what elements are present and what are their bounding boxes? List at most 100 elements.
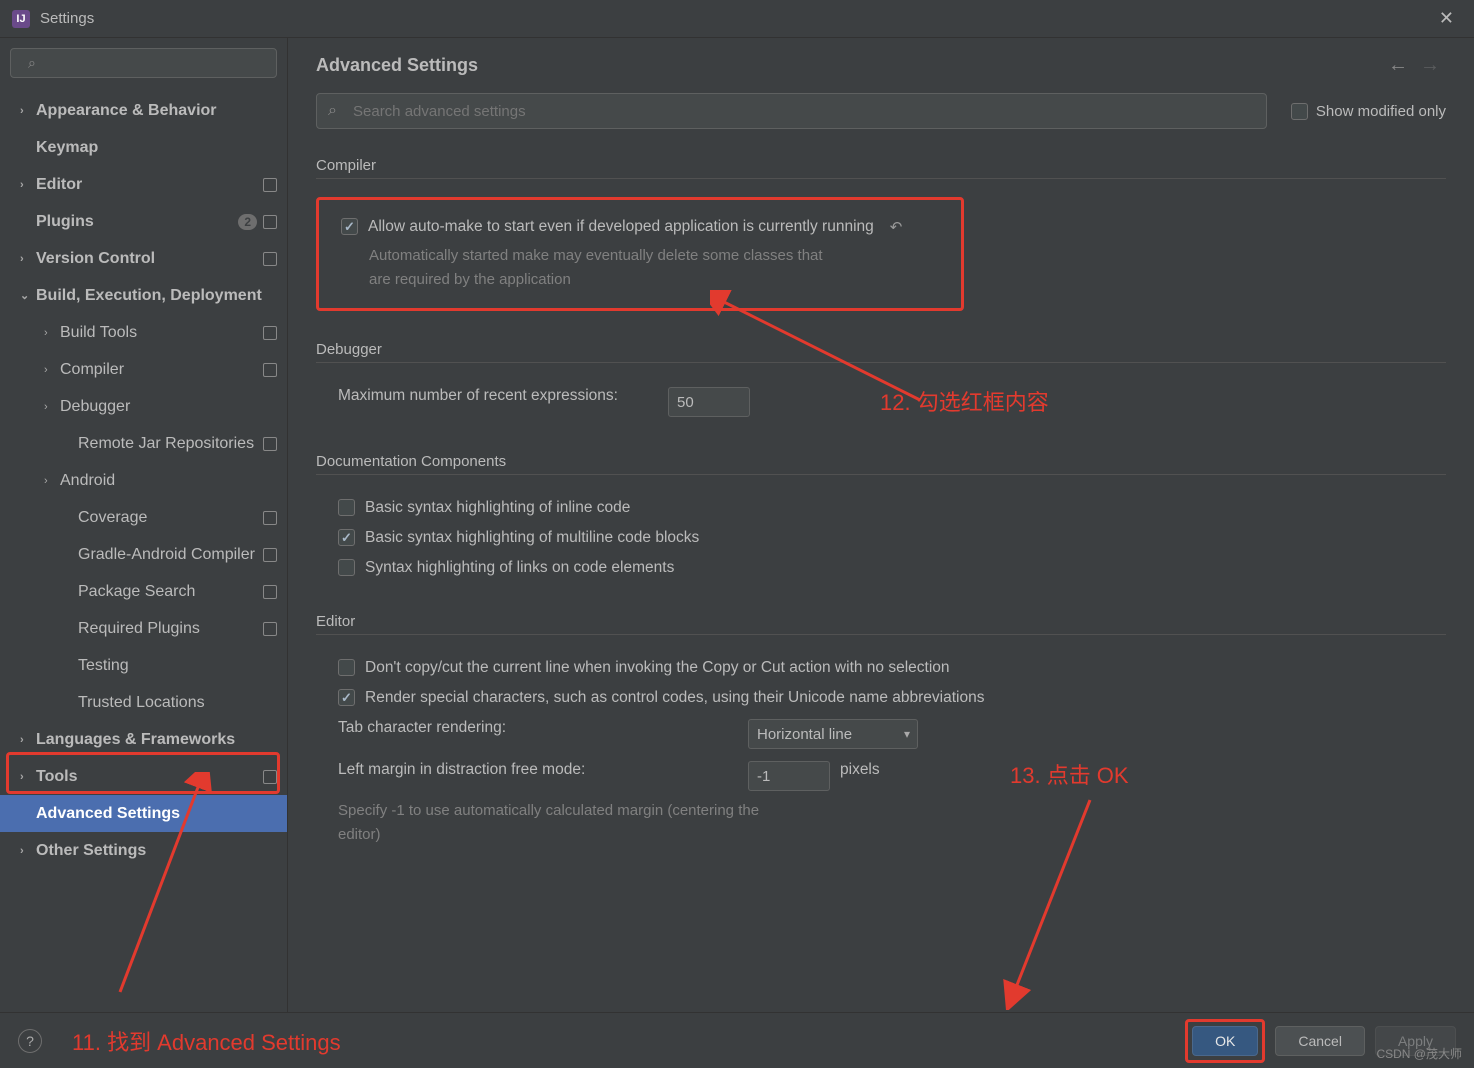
left-margin-row: Left margin in distraction free mode: pi… xyxy=(316,755,1446,797)
multiline-hl-label: Basic syntax highlighting of multiline c… xyxy=(365,529,699,547)
section-editor: Editor xyxy=(316,613,1446,635)
sidebar-item-label: Tools xyxy=(36,768,77,786)
pixels-label: pixels xyxy=(840,761,880,779)
sidebar-item-debugger[interactable]: ›Debugger xyxy=(0,388,287,425)
left-margin-label: Left margin in distraction free mode: xyxy=(338,761,738,779)
sidebar-item-label: Gradle-Android Compiler xyxy=(78,546,255,564)
show-modified-checkbox[interactable] xyxy=(1291,103,1308,120)
sidebar-item-testing[interactable]: Testing xyxy=(0,647,287,684)
sidebar-item-label: Package Search xyxy=(78,583,195,601)
left-margin-input[interactable] xyxy=(748,761,830,791)
sidebar-item-plugins[interactable]: Plugins2 xyxy=(0,203,287,240)
project-scope-icon xyxy=(263,622,277,636)
multiline-hl-row[interactable]: Basic syntax highlighting of multiline c… xyxy=(316,523,1446,553)
plugins-badge: 2 xyxy=(238,214,257,230)
chevron-icon: › xyxy=(20,253,36,265)
chevron-icon: › xyxy=(20,845,36,857)
chevron-icon: › xyxy=(44,475,60,487)
chevron-icon: › xyxy=(44,401,60,413)
advanced-search-wrap: ⌕ xyxy=(316,93,1267,129)
chevron-icon: › xyxy=(44,327,60,339)
advanced-search-input[interactable] xyxy=(316,93,1267,129)
sidebar-item-keymap[interactable]: Keymap xyxy=(0,129,287,166)
tab-render-select[interactable]: Horizontal line xyxy=(748,719,918,749)
content-header: Advanced Settings ← → xyxy=(288,38,1474,85)
chevron-icon: › xyxy=(20,179,36,191)
inline-hl-label: Basic syntax highlighting of inline code xyxy=(365,499,630,517)
sidebar-item-version-control[interactable]: ›Version Control xyxy=(0,240,287,277)
sidebar: ⌕ ›Appearance & BehaviorKeymap›EditorPlu… xyxy=(0,38,288,1012)
copy-cut-row[interactable]: Don't copy/cut the current line when inv… xyxy=(316,653,1446,683)
sidebar-item-label: Coverage xyxy=(78,509,147,527)
nav-back-icon[interactable]: ← xyxy=(1382,54,1414,77)
reset-icon[interactable]: ↶ xyxy=(890,218,903,236)
project-scope-icon xyxy=(263,215,277,229)
tab-render-label: Tab character rendering: xyxy=(338,719,738,737)
auto-make-checkbox[interactable] xyxy=(341,218,358,235)
inline-hl-row[interactable]: Basic syntax highlighting of inline code xyxy=(316,493,1446,523)
sidebar-item-label: Testing xyxy=(78,657,129,675)
multiline-hl-checkbox[interactable] xyxy=(338,529,355,546)
max-expr-input[interactable] xyxy=(668,387,750,417)
sidebar-item-required-plugins[interactable]: Required Plugins xyxy=(0,610,287,647)
sidebar-item-build-tools[interactable]: ›Build Tools xyxy=(0,314,287,351)
sidebar-item-tools[interactable]: ›Tools xyxy=(0,758,287,795)
sidebar-item-languages-frameworks[interactable]: ›Languages & Frameworks xyxy=(0,721,287,758)
settings-tree: ›Appearance & BehaviorKeymap›EditorPlugi… xyxy=(0,88,287,1012)
sidebar-item-label: Keymap xyxy=(36,139,98,157)
sidebar-item-label: Advanced Settings xyxy=(36,805,180,823)
ok-redbox: OK xyxy=(1185,1019,1265,1063)
sidebar-item-compiler[interactable]: ›Compiler xyxy=(0,351,287,388)
sidebar-item-label: Trusted Locations xyxy=(78,694,205,712)
copy-cut-label: Don't copy/cut the current line when inv… xyxy=(365,659,950,677)
project-scope-icon xyxy=(263,363,277,377)
project-scope-icon xyxy=(263,511,277,525)
sidebar-item-android[interactable]: ›Android xyxy=(0,462,287,499)
help-button[interactable]: ? xyxy=(18,1029,42,1053)
sidebar-item-label: Build Tools xyxy=(60,324,137,342)
sidebar-item-other-settings[interactable]: ›Other Settings xyxy=(0,832,287,869)
sidebar-item-advanced-settings[interactable]: Advanced Settings xyxy=(0,795,287,832)
section-doc: Documentation Components xyxy=(316,453,1446,475)
cancel-button[interactable]: Cancel xyxy=(1275,1026,1365,1056)
watermark: CSDN @茂大师 xyxy=(1376,1045,1462,1062)
links-hl-checkbox[interactable] xyxy=(338,559,355,576)
chevron-icon: › xyxy=(20,105,36,117)
project-scope-icon xyxy=(263,252,277,266)
chevron-icon: › xyxy=(44,364,60,376)
auto-make-desc: Automatically started make may eventuall… xyxy=(319,242,955,294)
render-special-row[interactable]: Render special characters, such as contr… xyxy=(316,683,1446,713)
close-icon[interactable]: ✕ xyxy=(1431,4,1462,33)
links-hl-row[interactable]: Syntax highlighting of links on code ele… xyxy=(316,553,1446,583)
project-scope-icon xyxy=(263,437,277,451)
app-icon: IJ xyxy=(12,10,30,28)
nav-forward-icon[interactable]: → xyxy=(1414,54,1446,77)
show-modified-label: Show modified only xyxy=(1316,103,1446,120)
copy-cut-checkbox[interactable] xyxy=(338,659,355,676)
sidebar-item-gradle-android-compiler[interactable]: Gradle-Android Compiler xyxy=(0,536,287,573)
auto-make-row[interactable]: Allow auto-make to start even if develop… xyxy=(319,212,955,242)
max-expr-row: Maximum number of recent expressions: xyxy=(316,381,1446,423)
sidebar-item-editor[interactable]: ›Editor xyxy=(0,166,287,203)
sidebar-item-coverage[interactable]: Coverage xyxy=(0,499,287,536)
sidebar-item-build-execution-deployment[interactable]: ⌄Build, Execution, Deployment xyxy=(0,277,287,314)
sidebar-item-label: Appearance & Behavior xyxy=(36,102,217,120)
render-special-checkbox[interactable] xyxy=(338,689,355,706)
project-scope-icon xyxy=(263,548,277,562)
ok-button[interactable]: OK xyxy=(1192,1026,1258,1056)
project-scope-icon xyxy=(263,770,277,784)
inline-hl-checkbox[interactable] xyxy=(338,499,355,516)
sidebar-item-trusted-locations[interactable]: Trusted Locations xyxy=(0,684,287,721)
sidebar-item-label: Required Plugins xyxy=(78,620,200,638)
compiler-redbox: Allow auto-make to start even if develop… xyxy=(316,197,964,311)
show-modified-only[interactable]: Show modified only xyxy=(1291,103,1446,120)
sidebar-search-wrap: ⌕ xyxy=(10,48,277,78)
titlebar: IJ Settings ✕ xyxy=(0,0,1474,38)
sidebar-search-input[interactable] xyxy=(10,48,277,78)
sidebar-item-package-search[interactable]: Package Search xyxy=(0,573,287,610)
sidebar-item-remote-jar-repositories[interactable]: Remote Jar Repositories xyxy=(0,425,287,462)
sidebar-item-label: Android xyxy=(60,472,115,490)
sidebar-item-appearance-behavior[interactable]: ›Appearance & Behavior xyxy=(0,92,287,129)
chevron-icon: › xyxy=(20,734,36,746)
chevron-icon: ⌄ xyxy=(20,289,36,302)
